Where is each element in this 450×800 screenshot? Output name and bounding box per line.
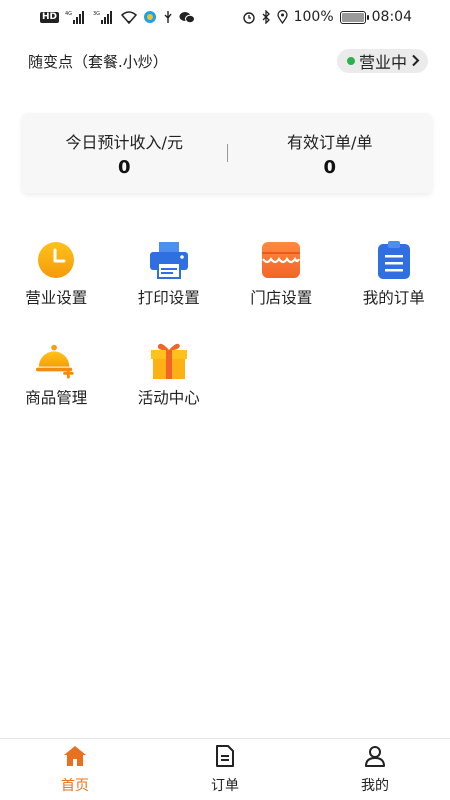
document-icon: [215, 744, 235, 771]
user-icon: [364, 745, 386, 771]
business-status-toggle[interactable]: 营业中: [336, 49, 428, 73]
clock-icon: [36, 240, 76, 280]
bottom-tab-bar: 首页 订单 我的: [0, 738, 450, 800]
clipboard-icon: [374, 240, 414, 280]
menu-label: 营业设置: [25, 289, 88, 307]
battery-percent: 100%: [293, 9, 334, 25]
tab-orders[interactable]: 订单: [150, 739, 300, 800]
status-bar: HD 4G 3G 100% 08:04: [0, 0, 450, 34]
tab-label: 订单: [211, 777, 239, 794]
status-bar-left: HD 4G 3G: [40, 10, 196, 24]
header: 随变点（套餐.小炒） 营业中: [28, 46, 428, 76]
menu-row: 营业设置 打印设置 门店设置 我的订单: [0, 240, 450, 340]
printer-icon: [149, 240, 189, 280]
clock-time: 08:04: [371, 9, 412, 25]
menu-label: 打印设置: [137, 289, 200, 307]
menu-label: 门店设置: [250, 289, 313, 307]
menu-item-business-settings[interactable]: 营业设置: [0, 240, 113, 340]
wifi-icon: [121, 10, 138, 24]
location-icon: [276, 10, 288, 24]
status-bar-right: 100% 08:04: [242, 9, 412, 25]
dish-cover-icon: [36, 340, 76, 380]
income-value: 0: [117, 156, 131, 178]
usb-icon: [163, 10, 173, 24]
tab-label: 我的: [361, 777, 389, 794]
chevron-right-icon: [411, 52, 420, 71]
hd-badge: HD: [40, 11, 60, 23]
alarm-icon: [242, 10, 256, 24]
menu-item-print-settings[interactable]: 打印设置: [113, 240, 226, 340]
svg-text:4G: 4G: [65, 11, 72, 17]
battery-icon: [339, 10, 369, 24]
menu-grid: 营业设置 打印设置 门店设置 我的订单 商品管理 活动中心: [0, 240, 450, 440]
orders-label: 有效订单/单: [287, 132, 373, 152]
gift-icon: [149, 340, 189, 380]
menu-label: 商品管理: [25, 389, 88, 407]
status-dot: [346, 57, 355, 65]
stats-card: 今日预计收入/元 0 有效订单/单 0: [22, 113, 432, 193]
menu-item-store-settings[interactable]: 门店设置: [225, 240, 338, 340]
tab-home[interactable]: 首页: [0, 739, 150, 800]
tab-mine[interactable]: 我的: [300, 739, 450, 800]
shop-name: 随变点（套餐.小炒）: [28, 52, 168, 71]
tab-label: 首页: [61, 777, 89, 794]
bluetooth-icon: [262, 10, 271, 24]
menu-label: 我的订单: [362, 289, 425, 307]
income-stat[interactable]: 今日预计收入/元 0: [22, 129, 227, 178]
menu-row: 商品管理 活动中心: [0, 340, 450, 440]
store-icon: [261, 240, 301, 280]
income-label: 今日预计收入/元: [65, 132, 183, 152]
orders-value: 0: [323, 156, 337, 178]
signal-4g-icon: 4G: [65, 10, 87, 24]
business-status-label: 营业中: [358, 53, 407, 72]
orders-stat[interactable]: 有效订单/单 0: [228, 129, 433, 178]
menu-item-product-management[interactable]: 商品管理: [0, 340, 113, 440]
menu-label: 活动中心: [137, 389, 200, 407]
signal-3g-icon: 3G: [93, 10, 115, 24]
menu-item-my-orders[interactable]: 我的订单: [338, 240, 450, 340]
app-notification-icon: [143, 10, 157, 24]
wechat-icon: [179, 11, 196, 24]
home-icon: [63, 745, 87, 771]
svg-text:3G: 3G: [93, 11, 100, 17]
menu-item-activity-center[interactable]: 活动中心: [113, 340, 226, 440]
